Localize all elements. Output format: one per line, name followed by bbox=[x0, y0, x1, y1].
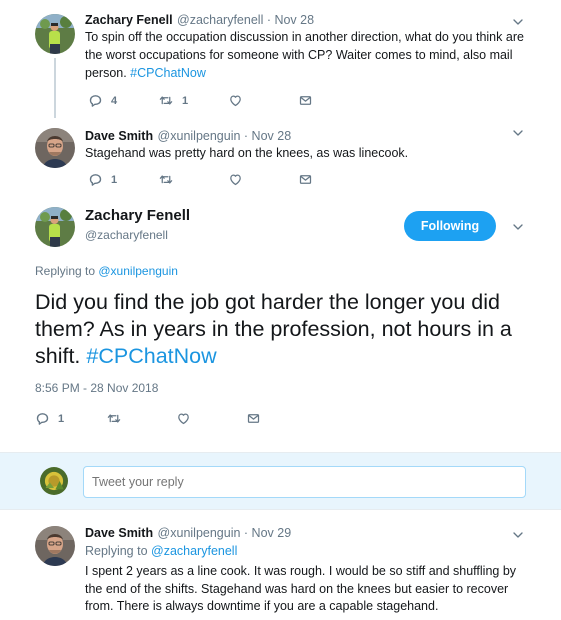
reply-icon bbox=[88, 93, 103, 108]
tweet-text: Stagehand was pretty hard on the knees, … bbox=[85, 146, 409, 160]
reply-count: 1 bbox=[111, 173, 118, 186]
author-handle[interactable]: @xunilpenguin bbox=[158, 526, 241, 540]
author-name[interactable]: Zachary Fenell bbox=[85, 207, 190, 224]
like-icon bbox=[228, 172, 243, 187]
tweet-header: Dave Smith @xunilpenguin · Nov 29 bbox=[85, 524, 291, 542]
like-icon bbox=[176, 411, 191, 426]
separator: · bbox=[240, 129, 252, 143]
like-icon bbox=[228, 93, 243, 108]
message-icon bbox=[298, 172, 313, 187]
tweet-text: To spin off the occupation discussion in… bbox=[85, 30, 524, 80]
following-button[interactable]: Following bbox=[404, 211, 496, 241]
like-button[interactable] bbox=[228, 172, 243, 187]
author-name[interactable]: Dave Smith bbox=[85, 129, 153, 143]
replying-to: Replying to @xunilpenguin bbox=[35, 264, 178, 278]
reply-count: 4 bbox=[111, 94, 118, 107]
chevron-down-icon[interactable] bbox=[510, 125, 526, 141]
separator: · bbox=[240, 526, 252, 540]
reply-count: 1 bbox=[58, 412, 65, 425]
retweet-icon bbox=[158, 93, 174, 108]
message-button[interactable] bbox=[298, 93, 313, 108]
replying-to: Replying to @zacharyfenell bbox=[85, 544, 238, 558]
message-button[interactable] bbox=[246, 411, 261, 426]
retweet-icon bbox=[106, 411, 122, 426]
retweet-button[interactable]: 1 bbox=[158, 93, 188, 108]
author-handle[interactable]: @xunilpenguin bbox=[158, 129, 241, 143]
tweet-header: Dave Smith @xunilpenguin · Nov 28 bbox=[85, 127, 291, 145]
reply-button[interactable]: 1 bbox=[88, 172, 117, 187]
avatar[interactable] bbox=[35, 526, 75, 566]
retweet-button[interactable] bbox=[106, 411, 122, 426]
like-button[interactable] bbox=[176, 411, 191, 426]
reply-input[interactable] bbox=[83, 466, 526, 498]
tweet-timestamp[interactable]: 8:56 PM - 28 Nov 2018 bbox=[35, 381, 158, 395]
retweet-icon bbox=[158, 172, 174, 187]
author-handle[interactable]: @zacharyfenell bbox=[85, 228, 168, 242]
like-button[interactable] bbox=[228, 93, 243, 108]
tweet-date[interactable]: Nov 28 bbox=[252, 129, 292, 143]
tweet-date[interactable]: Nov 28 bbox=[274, 13, 314, 27]
avatar bbox=[40, 467, 68, 495]
tweet-header: Zachary Fenell @zacharyfenell · Nov 28 bbox=[85, 11, 314, 29]
message-button[interactable] bbox=[298, 172, 313, 187]
mention-link[interactable]: @xunilpenguin bbox=[98, 264, 178, 278]
chevron-down-icon[interactable] bbox=[510, 527, 526, 543]
avatar[interactable] bbox=[35, 128, 75, 168]
retweet-button[interactable] bbox=[158, 172, 174, 187]
avatar[interactable] bbox=[35, 14, 75, 54]
author-handle[interactable]: @zacharyfenell bbox=[177, 13, 263, 27]
author-name[interactable]: Zachary Fenell bbox=[85, 13, 173, 27]
mention-link[interactable]: @zacharyfenell bbox=[151, 544, 237, 558]
thread-line bbox=[54, 58, 56, 118]
author-name[interactable]: Dave Smith bbox=[85, 526, 153, 540]
reply-button[interactable]: 4 bbox=[88, 93, 117, 108]
retweet-count: 1 bbox=[182, 94, 189, 107]
main-tweet-text: Did you find the job got harder the long… bbox=[35, 290, 512, 368]
tweet-text: I spent 2 years as a line cook. It was r… bbox=[85, 564, 517, 613]
reply-icon bbox=[35, 411, 50, 426]
message-icon bbox=[298, 93, 313, 108]
tweet-date[interactable]: Nov 29 bbox=[252, 526, 292, 540]
hashtag-link[interactable]: #CPChatNow bbox=[86, 344, 216, 368]
reply-composer bbox=[0, 452, 561, 510]
message-icon bbox=[246, 411, 261, 426]
avatar[interactable] bbox=[35, 207, 75, 247]
reply-button[interactable]: 1 bbox=[35, 411, 64, 426]
reply-icon bbox=[88, 172, 103, 187]
chevron-down-icon[interactable] bbox=[510, 219, 526, 235]
separator: · bbox=[263, 13, 275, 27]
hashtag-link[interactable]: #CPChatNow bbox=[130, 66, 206, 80]
